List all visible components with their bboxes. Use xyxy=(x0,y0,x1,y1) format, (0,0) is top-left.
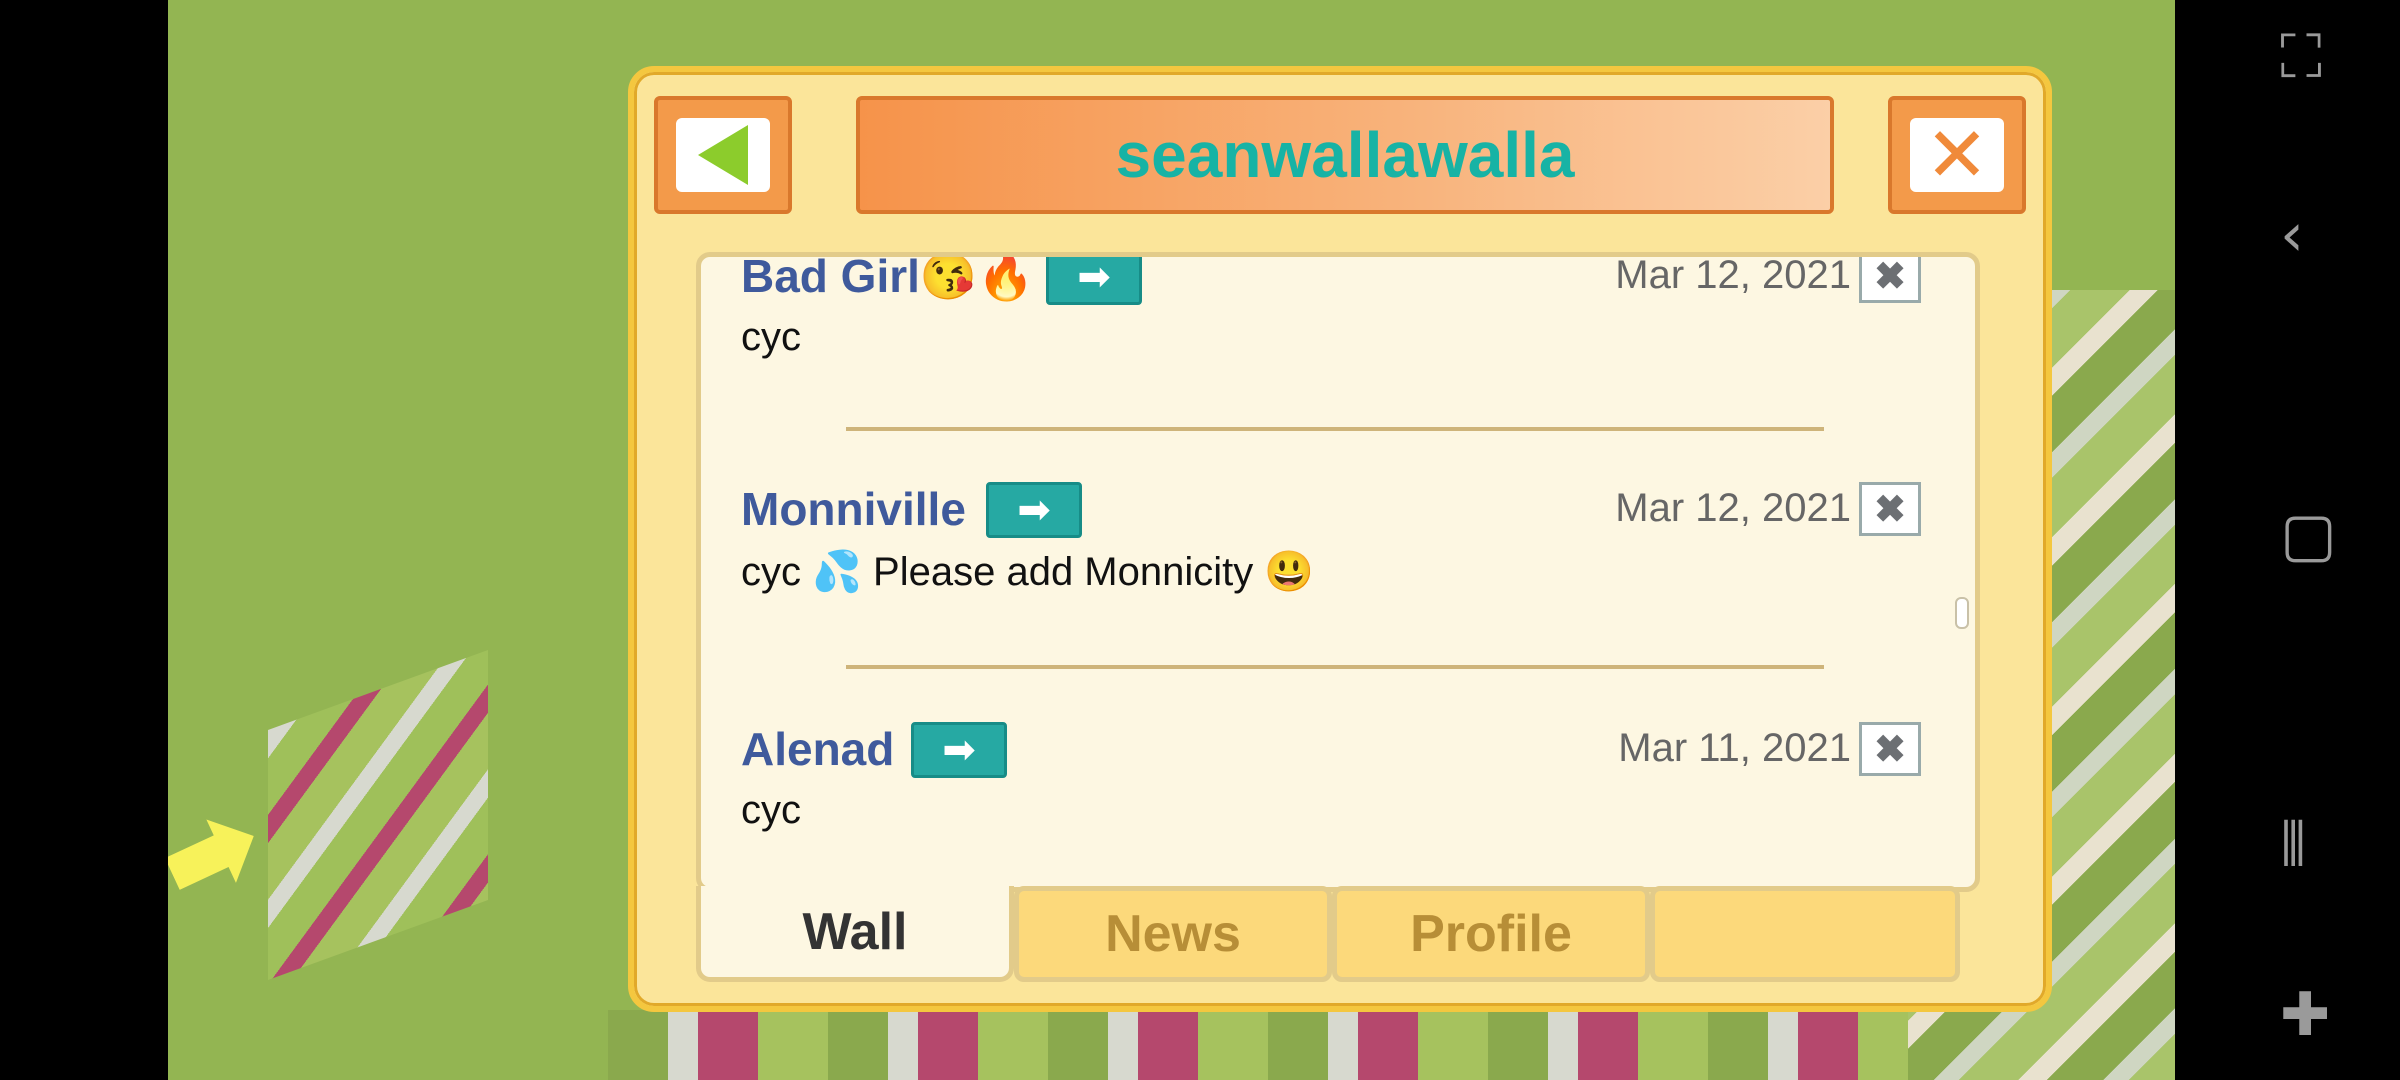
wall-post: Bad Girl😘🔥 ➡ Mar 12, 2021 ✖ cyc xyxy=(741,253,1941,379)
post-divider xyxy=(846,665,1824,669)
feed-scrollbar[interactable] xyxy=(1955,597,1969,629)
post-author[interactable]: Bad Girl😘🔥 xyxy=(741,257,1034,304)
screen-capture-icon[interactable]: ⛶ xyxy=(2280,22,2322,92)
yellow-arrow-icon xyxy=(168,804,269,905)
city-scenery-bottom xyxy=(608,1010,1908,1080)
left-letterbox xyxy=(0,0,168,1080)
profile-dialog: seanwallawalla ✕ Bad Girl😘🔥 ➡ Mar 12, 20… xyxy=(628,66,2052,1012)
visit-arrow-button[interactable]: ➡ xyxy=(911,722,1007,778)
post-message: cyc xyxy=(741,315,801,359)
close-icon: ✕ xyxy=(1925,110,1989,199)
post-date: Mar 12, 2021 xyxy=(1615,253,1851,297)
tab-news[interactable]: News xyxy=(1014,886,1332,982)
post-message: cyc 💦 Please add Monnicity 😃 xyxy=(741,550,1315,594)
post-date: Mar 12, 2021 xyxy=(1615,486,1851,530)
back-arrow-icon xyxy=(698,125,748,185)
wall-post: Monniville ➡ Mar 12, 2021 ✖ cyc 💦 Please… xyxy=(741,482,1941,612)
wall-feed[interactable]: Bad Girl😘🔥 ➡ Mar 12, 2021 ✖ cyc Monnivil… xyxy=(696,252,1980,892)
back-button[interactable] xyxy=(654,96,792,214)
post-divider xyxy=(846,427,1824,431)
nav-back-icon[interactable]: ‹ xyxy=(2280,200,2304,270)
post-author[interactable]: Monniville xyxy=(741,482,966,536)
delete-post-button[interactable]: ✖ xyxy=(1859,722,1921,776)
visit-arrow-button[interactable]: ➡ xyxy=(986,482,1082,538)
title-bar: seanwallawalla xyxy=(856,96,1834,214)
nav-home-icon[interactable]: ▢ xyxy=(2280,500,2337,570)
tab-wall[interactable]: Wall xyxy=(696,886,1014,982)
wall-post: Alenad ➡ Mar 11, 2021 ✖ cyc xyxy=(741,722,1941,852)
delete-post-button[interactable]: ✖ xyxy=(1859,257,1921,303)
close-button[interactable]: ✕ xyxy=(1888,96,2026,214)
delete-post-button[interactable]: ✖ xyxy=(1859,482,1921,536)
post-message: cyc xyxy=(741,788,801,832)
game-viewport[interactable]: seanwallawalla ✕ Bad Girl😘🔥 ➡ Mar 12, 20… xyxy=(168,0,2175,1080)
tab-profile[interactable]: Profile xyxy=(1332,886,1650,982)
nav-recents-icon[interactable]: ⦀ xyxy=(2280,810,2306,880)
dialog-title: seanwallawalla xyxy=(1115,119,1575,191)
tab-bar: Wall News Profile xyxy=(696,886,1980,982)
tab-empty[interactable] xyxy=(1650,886,1960,982)
post-author[interactable]: Alenad xyxy=(741,722,894,776)
city-scenery-left xyxy=(268,649,488,981)
post-date: Mar 11, 2021 xyxy=(1618,726,1851,770)
visit-arrow-button[interactable]: ➡ xyxy=(1046,257,1142,305)
game-tools-icon[interactable]: ✚ xyxy=(2280,980,2330,1050)
